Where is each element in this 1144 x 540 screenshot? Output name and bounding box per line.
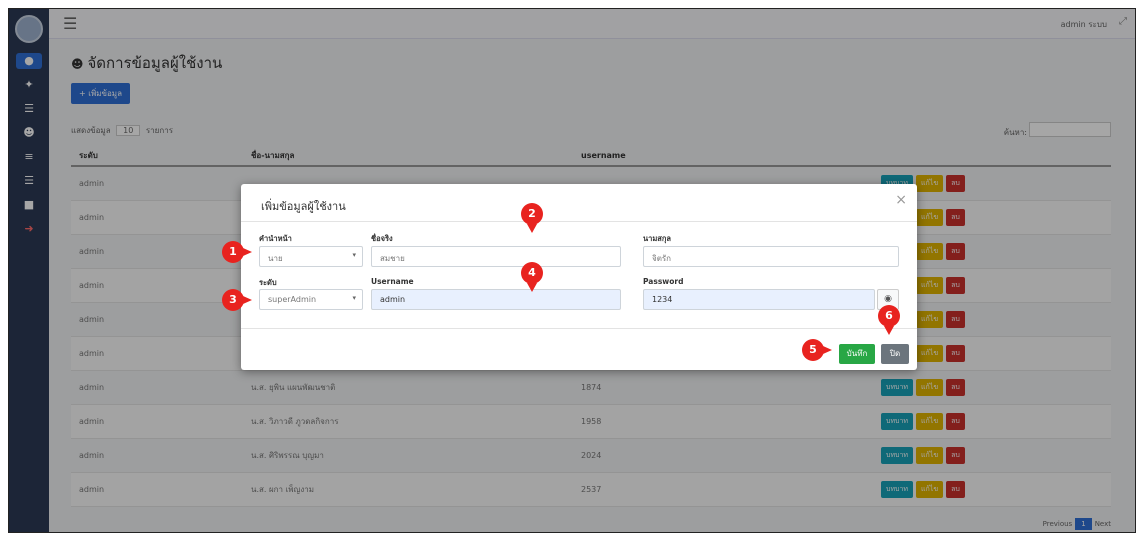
callout-marker-4: 4 xyxy=(521,262,543,292)
prefix-label: คำนำหน้า xyxy=(259,234,292,243)
first-name-label: ชื่อจริง xyxy=(371,234,393,243)
password-label: Password xyxy=(643,277,684,286)
last-name-field[interactable]: จิตรัก xyxy=(643,246,899,267)
level-label: ระดับ xyxy=(259,278,277,287)
prefix-value: นาย xyxy=(268,254,283,263)
close-icon[interactable]: × xyxy=(895,192,907,208)
username-field[interactable]: admin xyxy=(371,289,621,310)
last-name-label: นามสกุล xyxy=(643,234,671,243)
divider xyxy=(241,221,917,222)
save-button[interactable]: บันทึก xyxy=(839,344,875,364)
username-value: admin xyxy=(380,295,406,304)
chevron-down-icon: ▾ xyxy=(352,251,356,259)
callout-marker-3: 3 xyxy=(222,289,252,311)
prefix-select[interactable]: นาย ▾ xyxy=(259,246,363,267)
level-select[interactable]: superAdmin ▾ xyxy=(259,289,363,310)
close-button[interactable]: ปิด xyxy=(881,344,909,364)
last-name-value: จิตรัก xyxy=(652,254,672,263)
divider xyxy=(241,328,917,329)
callout-marker-6: 6 xyxy=(878,305,900,335)
level-value: superAdmin xyxy=(268,295,317,304)
first-name-value: สมชาย xyxy=(380,254,405,263)
modal-title: เพิ่มข้อมูลผู้ใช้งาน xyxy=(261,200,346,213)
first-name-field[interactable]: สมชาย xyxy=(371,246,621,267)
callout-marker-5: 5 xyxy=(802,339,832,361)
callout-marker-1: 1 xyxy=(222,241,252,263)
password-field[interactable]: 1234 xyxy=(643,289,875,310)
username-label: Username xyxy=(371,277,414,286)
callout-marker-2: 2 xyxy=(521,203,543,233)
chevron-down-icon: ▾ xyxy=(352,294,356,302)
password-value: 1234 xyxy=(652,295,673,304)
app-window: ● ✦ ☰ ☻ ≡ ☰ ■ ➜ ☰ admin ระบบ ⤢ ☻ จัดการข้… xyxy=(8,8,1136,533)
